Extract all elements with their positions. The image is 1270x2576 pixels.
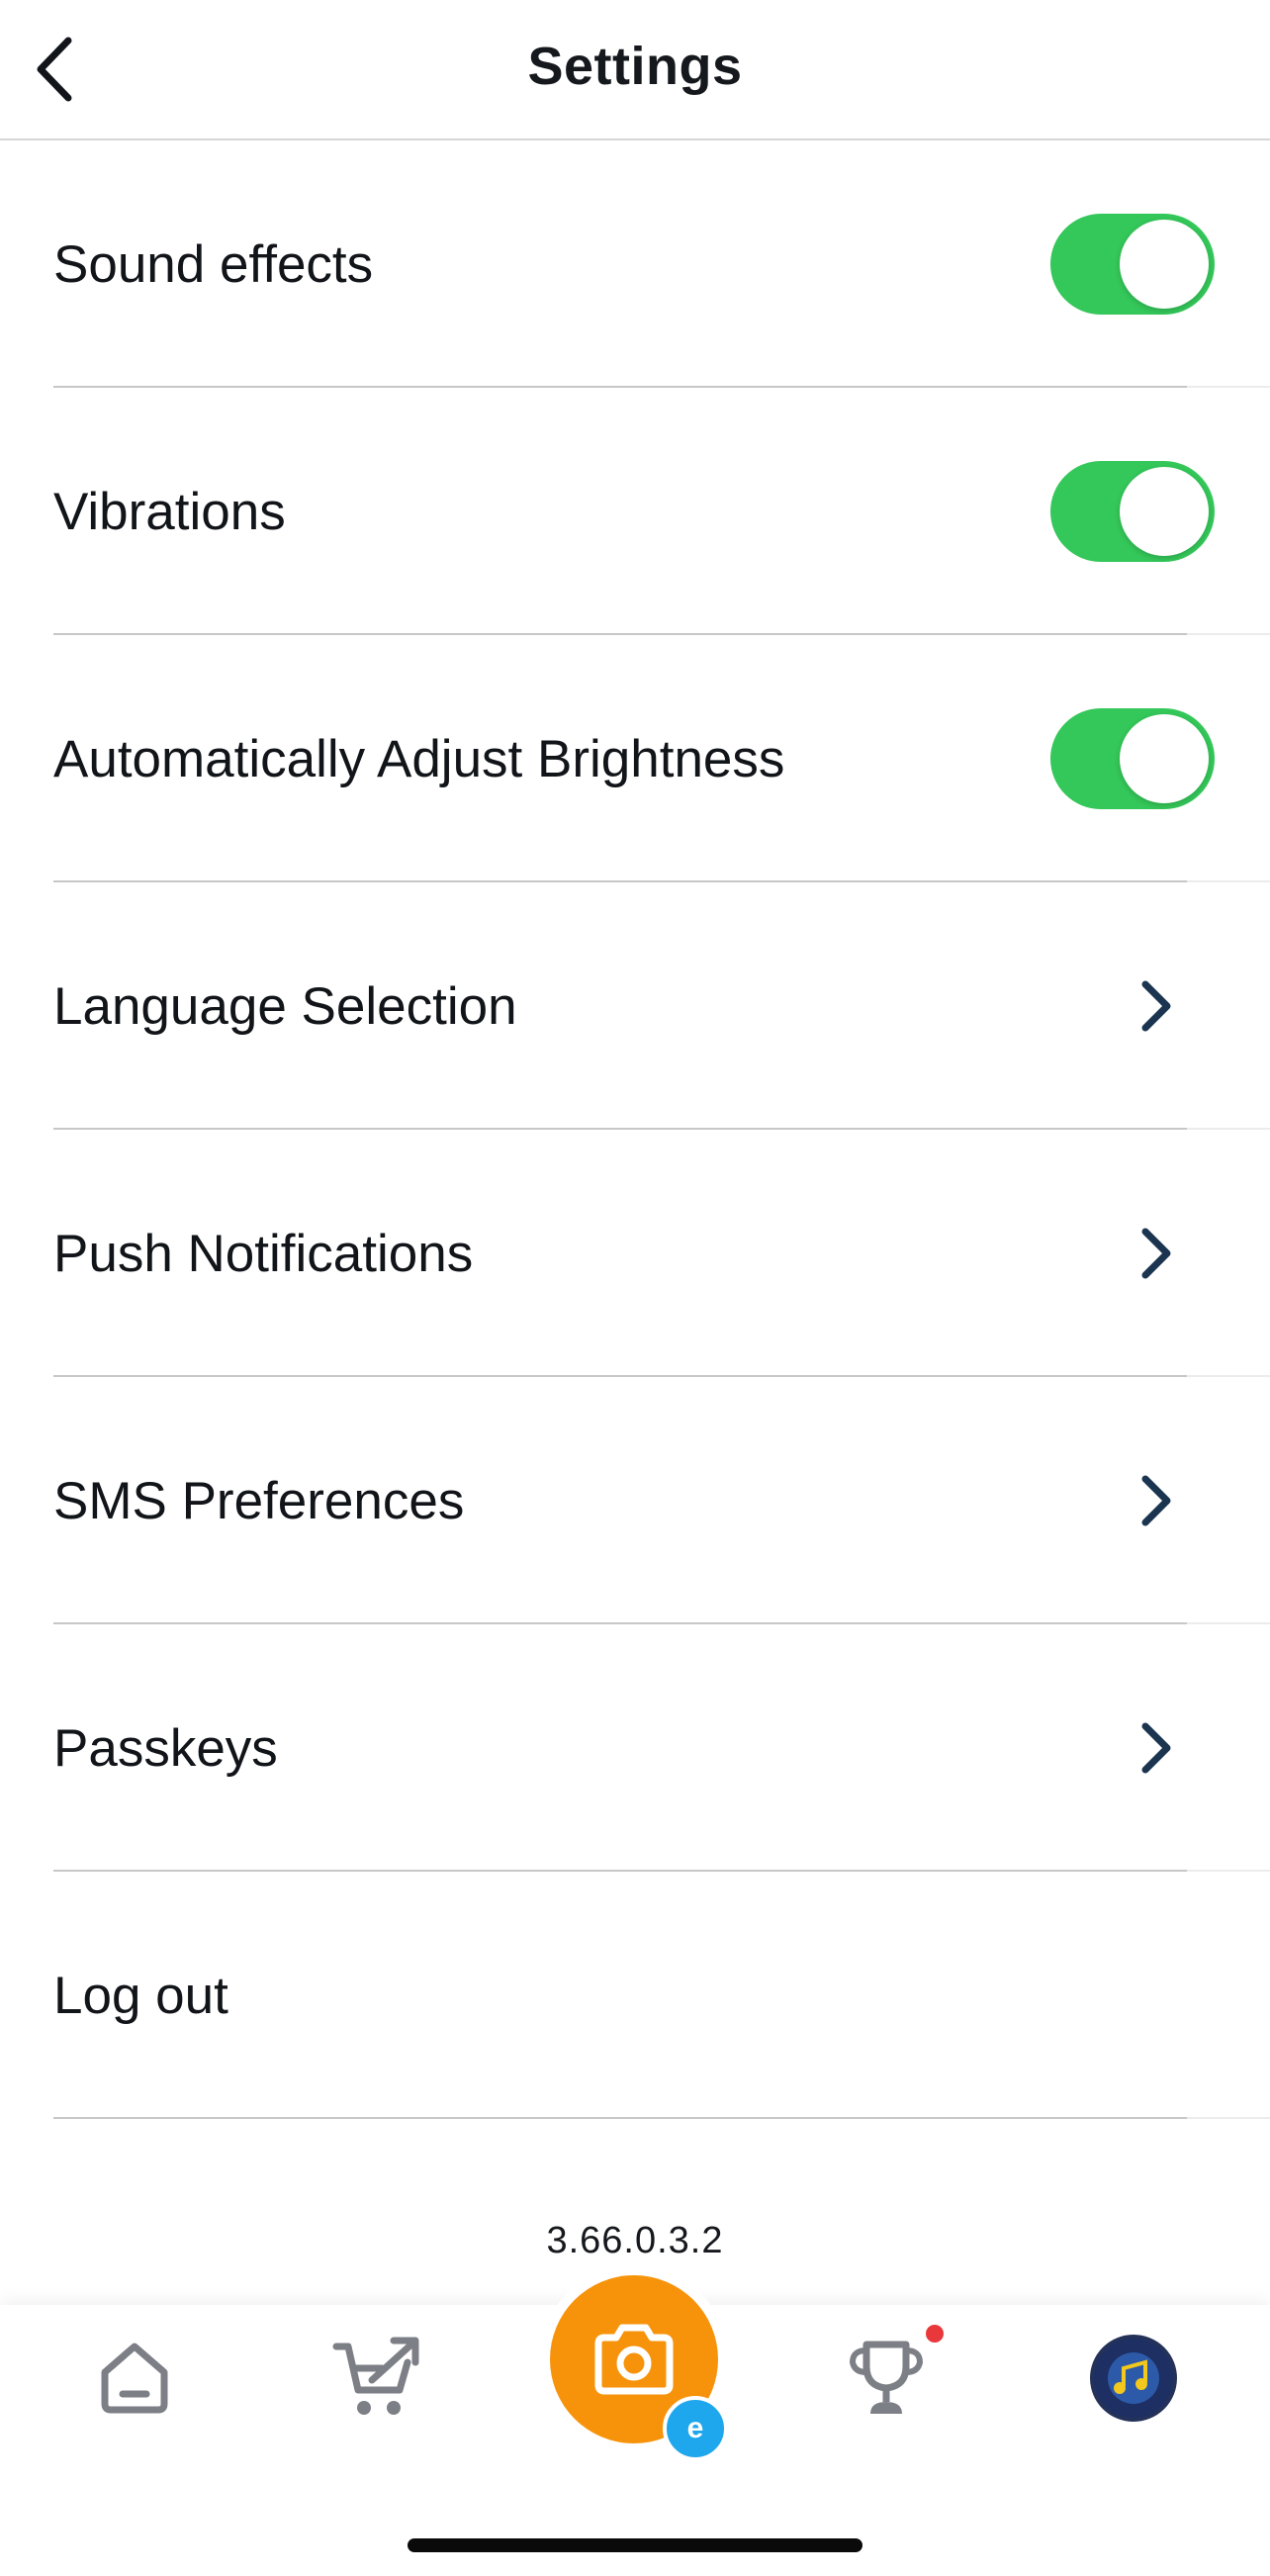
setting-label: Push Notifications bbox=[53, 1224, 474, 1283]
cart-arrow-icon bbox=[332, 2337, 419, 2415]
setting-label: Automatically Adjust Brightness bbox=[53, 729, 785, 788]
trophy-icon bbox=[849, 2341, 924, 2414]
auto-brightness-toggle[interactable] bbox=[1050, 708, 1215, 809]
setting-row-vibrations[interactable]: Vibrations bbox=[0, 388, 1270, 635]
header-bar: Settings bbox=[0, 0, 1270, 140]
chevron-right-icon bbox=[1141, 1722, 1171, 1774]
bottom-nav: e bbox=[0, 2275, 1270, 2576]
toggle-knob bbox=[1120, 220, 1209, 309]
chevron-right-icon bbox=[1141, 1228, 1171, 1279]
chevron-right-icon bbox=[1141, 1475, 1171, 1526]
setting-row-push-notifications[interactable]: Push Notifications bbox=[0, 1130, 1270, 1377]
setting-label: SMS Preferences bbox=[53, 1471, 465, 1530]
settings-list: Sound effects Vibrations Automatically A… bbox=[0, 140, 1270, 2119]
camera-icon bbox=[594, 2324, 674, 2395]
setting-label: Passkeys bbox=[53, 1718, 278, 1778]
home-icon bbox=[101, 2343, 168, 2414]
setting-row-passkeys[interactable]: Passkeys bbox=[0, 1624, 1270, 1872]
setting-label: Vibrations bbox=[53, 482, 286, 541]
nav-shop-button[interactable] bbox=[332, 2335, 423, 2420]
setting-row-language-selection[interactable]: Language Selection bbox=[0, 882, 1270, 1130]
setting-row-auto-brightness[interactable]: Automatically Adjust Brightness bbox=[0, 635, 1270, 882]
setting-label: Language Selection bbox=[53, 976, 517, 1036]
page-title: Settings bbox=[527, 37, 743, 96]
avatar-icon bbox=[1108, 2352, 1159, 2404]
nav-rewards-button[interactable] bbox=[847, 2337, 926, 2420]
nav-home-button[interactable] bbox=[95, 2339, 174, 2418]
vibrations-toggle[interactable] bbox=[1050, 461, 1215, 562]
divider bbox=[53, 2117, 1187, 2119]
chevron-right-icon bbox=[1141, 980, 1171, 1032]
notification-dot bbox=[926, 2325, 944, 2343]
setting-row-sound-effects[interactable]: Sound effects bbox=[0, 140, 1270, 388]
setting-row-sms-preferences[interactable]: SMS Preferences bbox=[0, 1377, 1270, 1624]
sound-effects-toggle[interactable] bbox=[1050, 214, 1215, 315]
nav-profile-button[interactable] bbox=[1090, 2335, 1177, 2422]
receipt-badge: e bbox=[663, 2396, 728, 2461]
log-out-button[interactable]: Log out bbox=[53, 1872, 228, 2119]
setting-label: Sound effects bbox=[53, 234, 374, 294]
divider bbox=[1187, 2117, 1270, 2119]
home-indicator bbox=[408, 2538, 862, 2552]
setting-row-log-out[interactable]: Log out bbox=[0, 1872, 1270, 2119]
toggle-knob bbox=[1120, 467, 1209, 556]
toggle-knob bbox=[1120, 714, 1209, 803]
app-version: 3.66.0.3.2 bbox=[546, 2220, 724, 2261]
